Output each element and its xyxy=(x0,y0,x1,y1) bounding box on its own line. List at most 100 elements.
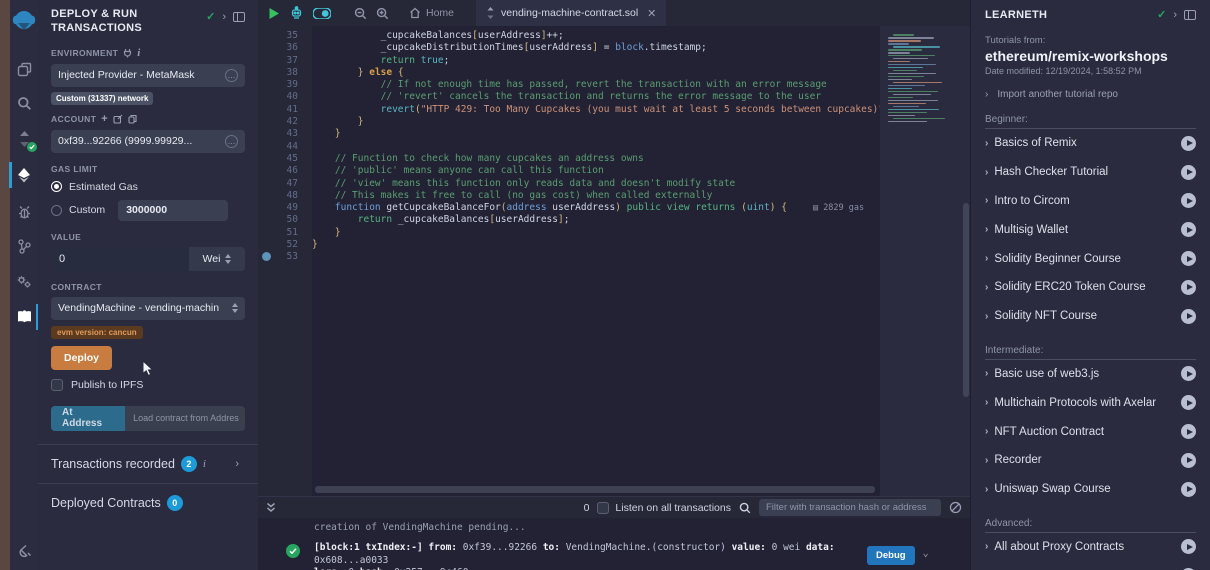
panel-collapse-icon[interactable]: › xyxy=(1173,9,1177,21)
zoom-in-icon[interactable] xyxy=(376,7,389,20)
run-script-icon[interactable] xyxy=(268,7,280,20)
line-number[interactable]: 36 xyxy=(258,42,312,54)
tutorial-item[interactable]: ›Solidity Beginner Course xyxy=(985,244,1196,273)
play-tutorial-icon[interactable] xyxy=(1181,165,1196,180)
close-tab-icon[interactable]: ✕ xyxy=(647,7,656,20)
chevron-right-icon[interactable]: › xyxy=(235,458,239,470)
plugin-manager-icon[interactable] xyxy=(10,536,38,566)
environment-options-icon[interactable]: … xyxy=(225,69,238,82)
transaction-log-row[interactable]: [block:1 txIndex:-] from: 0xf39...92266 … xyxy=(258,542,970,570)
play-tutorial-icon[interactable] xyxy=(1181,193,1196,208)
play-tutorial-icon[interactable] xyxy=(1181,539,1196,554)
line-number[interactable]: 38 xyxy=(258,67,312,79)
terminal-filter-input[interactable] xyxy=(759,499,941,516)
tutorial-item[interactable]: ›Solidity NFT Course xyxy=(985,302,1196,331)
copy-account-icon[interactable] xyxy=(128,114,137,124)
stepper-icon[interactable] xyxy=(225,254,231,264)
horizontal-scrollbar[interactable] xyxy=(315,486,875,493)
vertical-scrollbar[interactable] xyxy=(963,203,969,397)
publish-ipfs-checkbox[interactable] xyxy=(51,379,63,391)
file-tab[interactable]: vending-machine-contract.sol ✕ xyxy=(476,0,666,26)
environment-select[interactable]: Injected Provider - MetaMask … xyxy=(51,64,245,87)
tutorial-item[interactable]: ›NFT Auction Contract xyxy=(985,417,1196,446)
file-explorer-icon[interactable] xyxy=(10,54,38,84)
contract-select[interactable]: VendingMachine - vending-machin xyxy=(51,297,245,320)
settings-icon[interactable] xyxy=(10,266,38,296)
panel-collapse-icon[interactable]: › xyxy=(222,11,226,23)
listen-all-checkbox[interactable] xyxy=(597,502,609,514)
line-number[interactable]: 46 xyxy=(258,165,312,177)
tutorial-item[interactable]: ›All about Proxy Contracts xyxy=(985,533,1196,562)
play-tutorial-icon[interactable] xyxy=(1181,366,1196,381)
tutorial-item[interactable]: ›Uniswap Swap Course xyxy=(985,475,1196,504)
line-number[interactable]: 43 xyxy=(258,128,312,140)
play-tutorial-icon[interactable] xyxy=(1181,482,1196,497)
at-address-input[interactable]: Load contract from Addres xyxy=(125,406,245,431)
line-number[interactable]: 41 xyxy=(258,104,312,116)
deploy-button[interactable]: Deploy xyxy=(51,346,112,370)
line-number[interactable]: 35 xyxy=(258,30,312,42)
debug-button[interactable]: Debug xyxy=(867,546,915,565)
play-tutorial-icon[interactable] xyxy=(1181,453,1196,468)
tutorial-item[interactable]: ›Hash Checker Tutorial xyxy=(985,158,1196,187)
clear-console-icon[interactable] xyxy=(949,501,962,514)
line-number[interactable]: 37 xyxy=(258,55,312,67)
collapse-terminal-icon[interactable] xyxy=(266,502,276,513)
line-number[interactable]: 42 xyxy=(258,116,312,128)
editor-minimap[interactable] xyxy=(880,26,970,496)
play-tutorial-icon[interactable] xyxy=(1181,309,1196,324)
tutorial-item[interactable]: ›Basic use of web3.js xyxy=(985,360,1196,389)
tutorial-item[interactable]: ›Recorder xyxy=(985,446,1196,475)
tutorial-item[interactable]: ›Solidity ERC20 Token Course xyxy=(985,273,1196,302)
copilot-toggle-icon[interactable] xyxy=(313,8,331,19)
play-tutorial-icon[interactable] xyxy=(1181,280,1196,295)
ai-assistant-icon[interactable] xyxy=(289,6,304,20)
estimated-gas-radio[interactable] xyxy=(51,181,62,192)
debugger-icon[interactable] xyxy=(10,197,38,227)
line-number[interactable]: 39 xyxy=(258,79,312,91)
value-unit-select[interactable]: Wei xyxy=(189,247,245,271)
at-address-button[interactable]: At Address xyxy=(51,406,125,431)
import-repo-row[interactable]: › Import another tutorial repo xyxy=(985,89,1196,100)
tutorial-item[interactable]: ›Basics of Remix xyxy=(985,129,1196,158)
line-number[interactable]: 50 xyxy=(258,214,312,226)
home-tab[interactable]: Home xyxy=(399,0,464,26)
zoom-out-icon[interactable] xyxy=(354,7,367,20)
line-number[interactable]: 44 xyxy=(258,141,312,153)
deployed-contracts-row[interactable]: Deployed Contracts 0 xyxy=(51,484,245,522)
play-tutorial-icon[interactable] xyxy=(1181,251,1196,266)
account-options-icon[interactable]: … xyxy=(225,135,238,148)
line-number[interactable]: 52 xyxy=(258,239,312,251)
edit-account-icon[interactable] xyxy=(113,114,123,124)
account-select[interactable]: 0xf39...92266 (9999.99929... … xyxy=(51,130,245,153)
line-number[interactable]: 49 xyxy=(258,202,312,214)
line-number[interactable]: 47 xyxy=(258,178,312,190)
info-icon[interactable]: i xyxy=(203,458,206,470)
play-tutorial-icon[interactable] xyxy=(1181,424,1196,439)
custom-gas-radio[interactable] xyxy=(51,205,62,216)
line-number[interactable]: 45 xyxy=(258,153,312,165)
tutorial-item[interactable]: ›Multisig Wallet xyxy=(985,215,1196,244)
tutorial-item[interactable]: ›Deploy with Libraries xyxy=(985,561,1196,570)
play-tutorial-icon[interactable] xyxy=(1181,395,1196,410)
solidity-compiler-icon[interactable] xyxy=(10,124,38,154)
panel-pin-icon[interactable] xyxy=(233,12,245,22)
add-account-icon[interactable]: + xyxy=(101,113,108,125)
git-icon[interactable] xyxy=(10,231,38,261)
play-tutorial-icon[interactable] xyxy=(1181,136,1196,151)
line-number[interactable]: 40 xyxy=(258,91,312,103)
line-number[interactable]: 51 xyxy=(258,227,312,239)
tutorial-item[interactable]: ›Intro to Circom xyxy=(985,187,1196,216)
learneth-icon[interactable] xyxy=(10,302,38,332)
line-number[interactable]: 48 xyxy=(258,190,312,202)
panel-pin-icon[interactable] xyxy=(1184,10,1196,20)
custom-gas-input[interactable]: 3000000 xyxy=(118,200,228,221)
transactions-recorded-row[interactable]: Transactions recorded 2 i › xyxy=(51,445,245,483)
value-input[interactable]: 0 xyxy=(51,247,187,271)
deploy-and-run-icon[interactable] xyxy=(10,160,38,190)
play-tutorial-icon[interactable] xyxy=(1181,222,1196,237)
code-editor[interactable]: 35363738394041424344454647484950515253 _… xyxy=(258,26,970,496)
tutorial-item[interactable]: ›Multichain Protocols with Axelar xyxy=(985,388,1196,417)
search-icon[interactable] xyxy=(10,88,38,118)
info-icon[interactable]: i xyxy=(137,47,140,59)
